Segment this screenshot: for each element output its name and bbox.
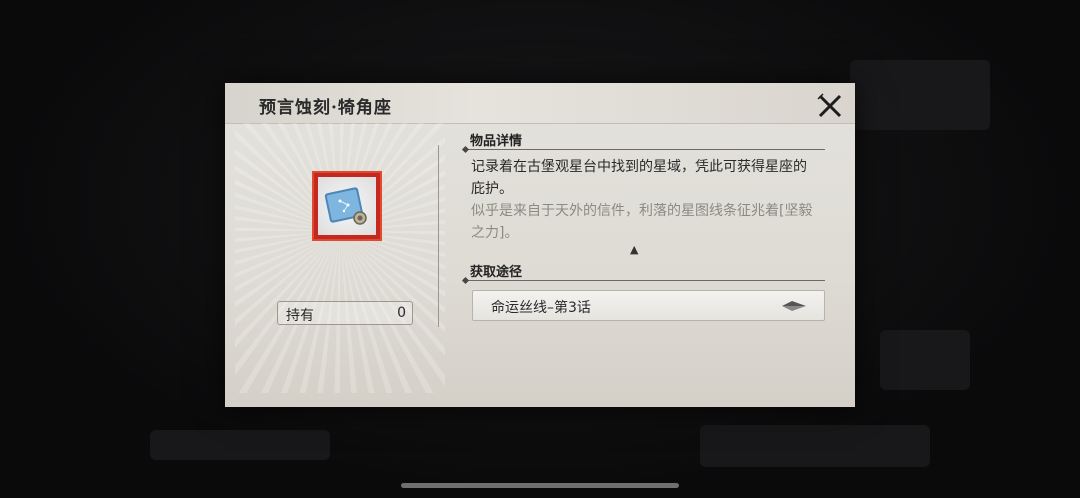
star-map-scroll-icon xyxy=(318,177,376,235)
vertical-divider xyxy=(438,145,439,327)
close-button[interactable] xyxy=(815,91,845,121)
go-arrow-icon xyxy=(782,301,806,311)
background-panel xyxy=(880,330,970,390)
source-heading: 获取途径 xyxy=(470,265,523,280)
route-label: 命运丝线–第3话 xyxy=(491,300,591,316)
dialog-title: 预言蚀刻·犄角座 xyxy=(259,98,392,118)
source-divider xyxy=(461,276,825,285)
route-button-destiny-thread[interactable]: 命运丝线–第3话 xyxy=(472,290,825,321)
owned-label: 持有 xyxy=(286,308,314,324)
dialog-title-bar: 预言蚀刻·犄角座 xyxy=(225,83,855,124)
item-flavor-text: 似乎是来自于天外的信件，利落的星图线条征兆着[坚毅之力]。 xyxy=(471,203,813,241)
item-description: 记录着在古堡观星台中找到的星域，凭此可获得星座的庇护。 xyxy=(471,159,807,197)
background-panel xyxy=(700,425,930,467)
home-indicator[interactable] xyxy=(401,483,679,488)
details-divider xyxy=(461,145,825,154)
details-heading: 物品详情 xyxy=(470,134,523,149)
divider-ornament xyxy=(461,276,470,285)
owned-count-box: 持有 0 xyxy=(277,301,413,325)
close-icon xyxy=(817,93,842,118)
scroll-up-caret-icon[interactable]: ▲ xyxy=(630,243,638,256)
background-panel xyxy=(850,60,990,130)
background-panel xyxy=(150,430,330,460)
item-icon-frame[interactable] xyxy=(312,171,382,241)
decorative-rays xyxy=(235,123,445,393)
divider-ornament xyxy=(461,145,470,154)
item-detail-dialog: 预言蚀刻·犄角座 持有 0 物品详情 记录着在古堡观星台中找到的星域，凭此可获得… xyxy=(225,83,855,407)
owned-value: 0 xyxy=(397,305,406,321)
